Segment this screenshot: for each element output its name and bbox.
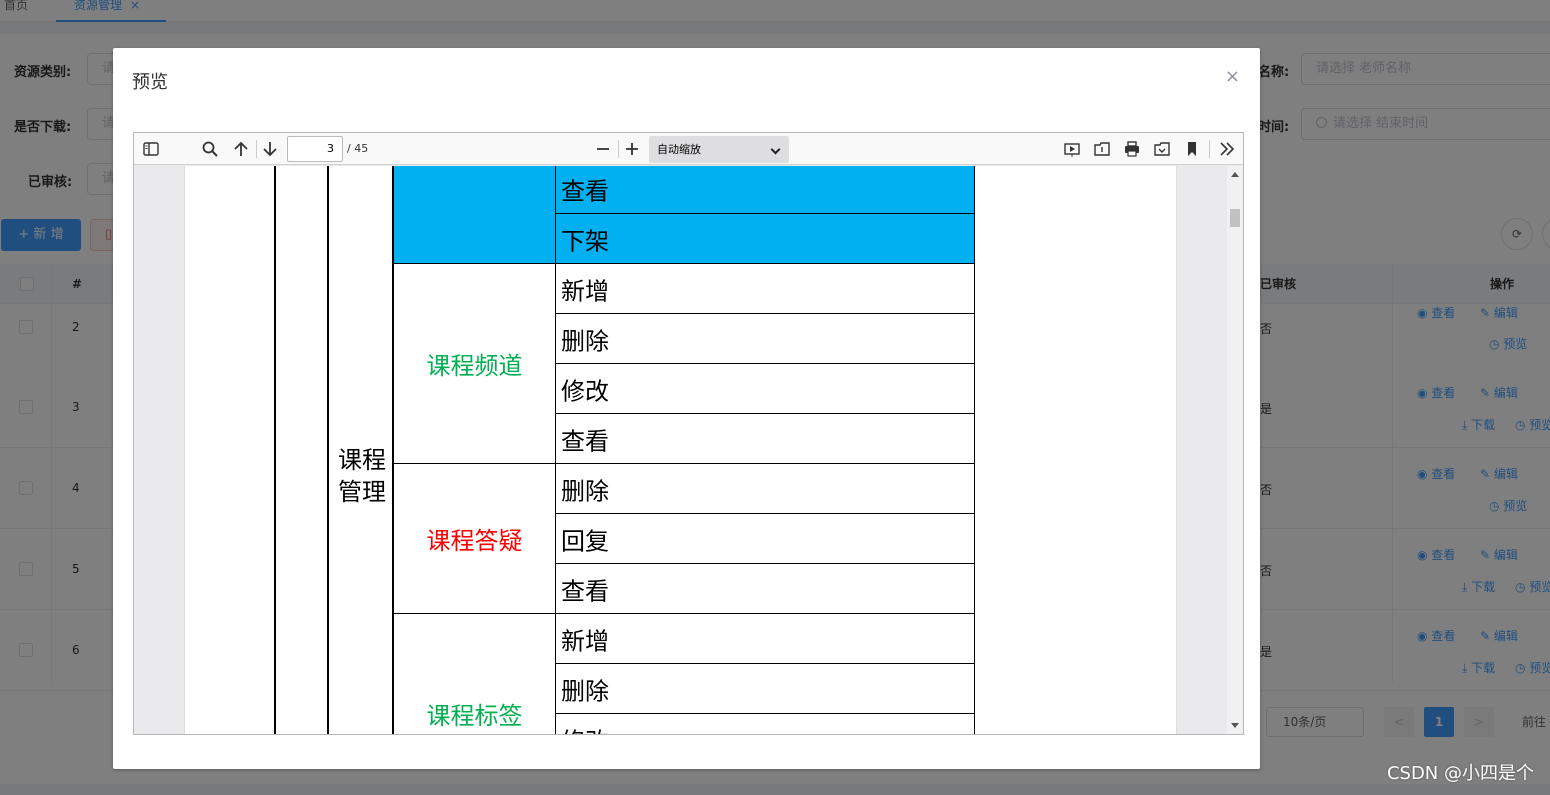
zoom-out-icon[interactable] [592,138,614,160]
chevron-down-icon [770,144,781,155]
group-cell: 课程标签 [393,613,556,734]
module-name: 课程管理 [338,446,386,506]
action-cell: 修改 [555,363,975,414]
group-cell: 课程频道 [393,263,556,464]
action-cell: 下架 [555,213,975,264]
dialog-title: 预览 [132,72,168,93]
next-page-icon[interactable] [259,138,281,160]
highlighted-group-cell [393,166,556,264]
tools-menu-icon[interactable] [1216,138,1238,160]
document-area[interactable]: 课程管理 查看 下架 课程频道 新增 删除 修改 查看 课程答疑 删除 回复 查… [134,166,1226,734]
toolbar-divider [1209,140,1210,158]
print-icon[interactable] [1121,138,1143,160]
action-cell: 新增 [555,263,975,314]
download-icon[interactable] [1151,138,1173,160]
open-file-icon[interactable] [1091,138,1113,160]
page-number-input[interactable]: 3 [287,136,343,162]
action-cell: 查看 [555,563,975,614]
action-cell: 回复 [555,513,975,564]
toolbar-divider [256,140,257,158]
page-total: / 45 [347,142,369,155]
watermark: CSDN @小四是个 [1386,763,1534,784]
pdf-toolbar: 3 / 45 自动缩放 [134,133,1243,165]
action-cell: 查看 [555,413,975,464]
action-cell: 查看 [555,166,975,214]
scroll-down-icon[interactable] [1231,723,1239,728]
close-icon[interactable]: × [1225,66,1240,87]
pdf-page: 课程管理 查看 下架 课程频道 新增 删除 修改 查看 课程答疑 删除 回复 查… [184,166,1177,734]
scroll-up-icon[interactable] [1231,172,1239,177]
previous-page-icon[interactable] [230,138,252,160]
group-cell: 课程答疑 [393,463,556,614]
preview-dialog: 预览 × 3 / 45 自动缩放 课程管理 查看 下架 课程频道 新增 删除 修… [113,48,1260,769]
zoom-select[interactable]: 自动缩放 [649,136,789,163]
table-rule [274,166,276,734]
action-cell: 删除 [555,463,975,514]
vertical-scrollbar[interactable] [1227,166,1243,734]
toolbar-divider [618,140,619,158]
action-cell: 删除 [555,313,975,364]
sidebar-toggle-icon[interactable] [140,138,162,160]
table-rule [327,166,329,734]
action-cell: 新增 [555,613,975,664]
presentation-mode-icon[interactable] [1061,138,1083,160]
zoom-in-icon[interactable] [621,138,643,160]
action-cell: 修改 [555,713,975,734]
zoom-value: 自动缩放 [657,143,701,156]
bookmark-icon[interactable] [1181,138,1203,160]
search-icon[interactable] [199,138,221,160]
pdf-viewer: 3 / 45 自动缩放 课程管理 查看 下架 课程频道 新增 删除 修改 查看 … [133,132,1244,735]
scrollbar-thumb[interactable] [1230,209,1240,227]
action-cell: 删除 [555,663,975,714]
